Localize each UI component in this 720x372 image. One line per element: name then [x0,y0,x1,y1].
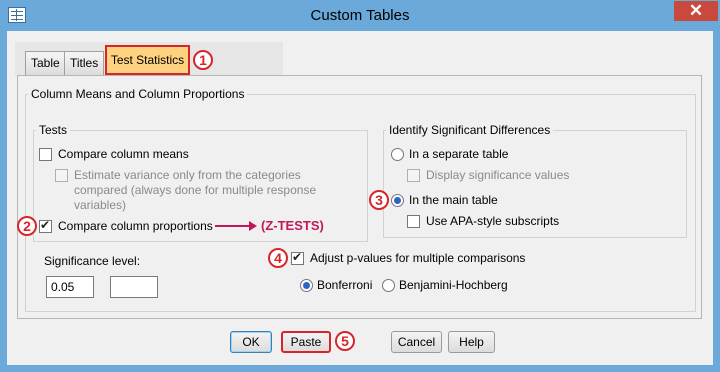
main-table-radio[interactable] [391,194,404,207]
estimate-variance-label-1: Estimate variance only from the categori… [74,168,301,182]
compare-proportions-checkbox[interactable] [39,218,52,233]
separate-table-label: In a separate table [409,147,509,161]
callout-4: 4 [268,248,288,268]
significance-level-input-2[interactable] [110,276,158,298]
cancel-button[interactable]: Cancel [391,331,442,353]
separate-table-radio[interactable] [391,148,404,161]
tab-table[interactable]: Table [25,51,66,75]
dialog-window: Custom Tables ✕ Table Titles Test Statis… [0,0,720,372]
adjust-pvalues-checkbox[interactable] [291,250,304,265]
close-icon[interactable]: ✕ [674,1,718,21]
apa-subscripts-checkbox[interactable] [407,215,420,228]
help-button[interactable]: Help [448,331,495,353]
estimate-variance-checkbox[interactable] [55,169,68,182]
bonferroni-label: Bonferroni [317,278,373,292]
callout-3: 3 [369,190,389,210]
significance-level-input[interactable]: 0.05 [46,276,94,298]
compare-proportions-label: Compare column proportions [58,219,213,233]
benjamini-hochberg-label: Benjamini-Hochberg [399,278,508,292]
display-significance-label: Display significance values [426,168,570,182]
significance-level-label: Significance level: [44,254,141,268]
identify-legend: Identify Significant Differences [386,123,554,137]
compare-means-label: Compare column means [58,147,189,161]
bonferroni-radio[interactable] [300,279,313,292]
z-tests-annotation: (Z-TESTS) [261,218,324,233]
dialog-body: Table Titles Test Statistics 1 Column Me… [7,31,713,365]
compare-means-checkbox[interactable] [39,148,52,161]
callout-2: 2 [17,216,37,236]
annotation-arrow-icon [215,221,257,231]
tab-test-statistics[interactable]: Test Statistics [105,45,190,75]
callout-1: 1 [193,50,213,70]
paste-button[interactable]: Paste [281,331,331,353]
display-significance-checkbox[interactable] [407,169,420,182]
apa-subscripts-label: Use APA-style subscripts [426,214,560,228]
callout-5: 5 [335,331,355,351]
main-table-label: In the main table [409,193,498,207]
column-means-legend: Column Means and Column Proportions [28,87,248,101]
ok-button[interactable]: OK [230,331,272,353]
tests-legend: Tests [36,123,71,137]
title-bar[interactable]: Custom Tables ✕ [0,0,720,31]
adjust-pvalues-label: Adjust p-values for multiple comparisons [310,251,526,265]
tab-content: Column Means and Column Proportions Test… [17,75,702,319]
tab-titles[interactable]: Titles [64,51,105,75]
window-title: Custom Tables [310,7,410,24]
benjamini-hochberg-radio[interactable] [382,279,395,292]
estimate-variance-label-3: variables) [74,198,127,212]
estimate-variance-label-2: compared (always done for multiple respo… [74,183,317,197]
